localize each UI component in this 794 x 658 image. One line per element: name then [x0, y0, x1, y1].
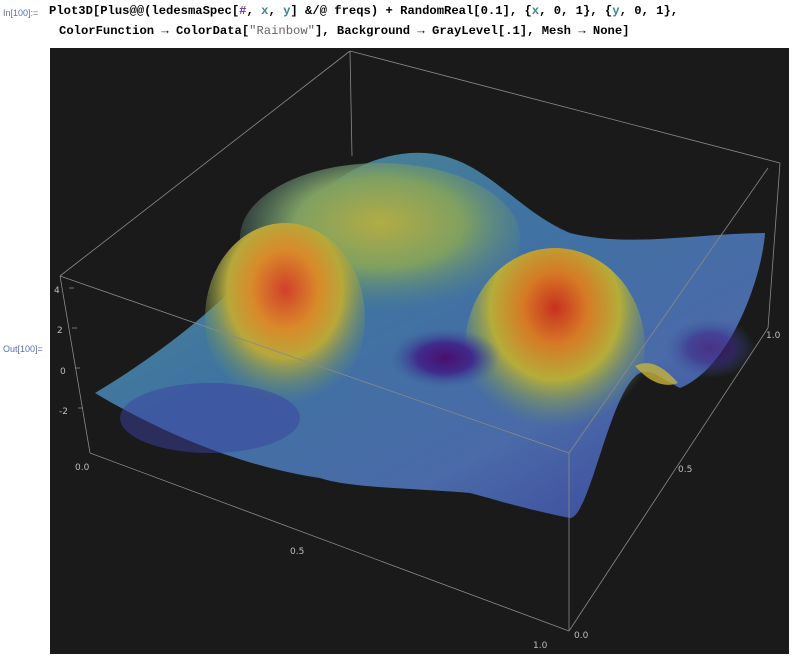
y-tick-label: 1.0	[766, 331, 781, 341]
x-tick-label: 0.5	[290, 547, 304, 557]
input-cell-label: In[100]:=	[3, 8, 39, 18]
x-tick-label: 1.0	[533, 641, 548, 651]
y-tick-label: 0.0	[574, 631, 589, 641]
z-tick-label: -2	[59, 407, 68, 417]
plot3d-output[interactable]: 4 2 0 -2 0.0 0.5 1.0 0.0 0.5 1.0	[50, 48, 789, 654]
z-tick-label: 4	[54, 286, 60, 296]
z-axis	[69, 287, 83, 409]
output-cell-label: Out[100]=	[3, 344, 43, 354]
plot-surface	[95, 152, 765, 519]
z-tick-label: 0	[60, 367, 66, 377]
input-code-line-1[interactable]: Plot3D[Plus@@(ledesmaSpec[#, x, y] &/@ f…	[49, 4, 678, 18]
y-tick-label: 0.5	[678, 465, 692, 475]
z-tick-label: 2	[57, 326, 63, 336]
input-code-line-2[interactable]: ColorFunction → ColorData["Rainbow"], Ba…	[59, 24, 629, 38]
x-tick-label: 0.0	[75, 463, 90, 473]
plot3d-graphic[interactable]: 4 2 0 -2 0.0 0.5 1.0 0.0 0.5 1.0	[50, 48, 789, 654]
